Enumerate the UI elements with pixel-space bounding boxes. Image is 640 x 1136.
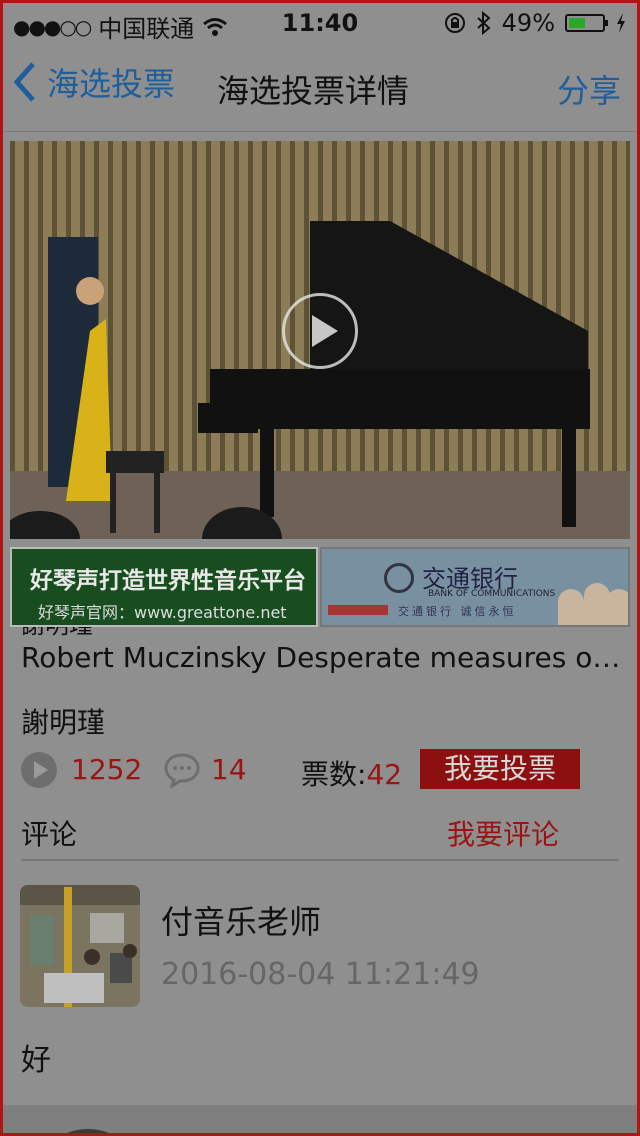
- play-icon[interactable]: [282, 293, 358, 369]
- ad-headline: 好琴声打造世界性音乐平台: [30, 568, 306, 594]
- comments-header: 评论 我要评论: [21, 811, 619, 861]
- rotation-lock-icon: [444, 13, 465, 33]
- battery-icon: [565, 14, 608, 32]
- video-stats: 1252 14 票数:42 我要投票: [21, 749, 621, 791]
- ad-person-image: [558, 589, 584, 625]
- vote-count: 票数:42: [301, 753, 402, 793]
- comment-bubble-icon: [164, 753, 200, 788]
- chevron-left-icon: [13, 62, 35, 102]
- bluetooth-icon: [476, 11, 491, 35]
- battery-percent: 49%: [501, 9, 555, 37]
- charging-icon: [617, 13, 625, 33]
- ad-banner-bank[interactable]: 交通银行 BANK OF COMMUNICATIONS 交通银行 诚信永恒: [320, 547, 630, 627]
- bank-name-en: BANK OF COMMUNICATIONS: [428, 589, 556, 599]
- video-player[interactable]: [10, 141, 630, 539]
- app-screen: ●●●○○ 中国联通 11:40 49% 海选投票 海选投票详情 分享 好琴声打…: [0, 0, 640, 1136]
- page-title: 海选投票详情: [217, 72, 410, 110]
- ad-person-image: [606, 589, 628, 625]
- comment-count: 14: [211, 753, 247, 786]
- bank-logo-icon: [384, 563, 414, 593]
- vote-button[interactable]: 我要投票: [420, 749, 580, 789]
- ad-red-strip: [328, 605, 388, 615]
- next-comment-row: [3, 1105, 637, 1133]
- avatar[interactable]: [20, 885, 140, 1007]
- comment-user-name: 付音乐老师: [161, 903, 322, 941]
- play-count: 1252: [71, 753, 143, 786]
- play-count-icon: [21, 752, 57, 788]
- comments-title: 评论: [21, 818, 78, 851]
- share-button[interactable]: 分享: [557, 66, 621, 112]
- clipped-author-text: 謝明瑾: [21, 627, 93, 637]
- video-title: Robert Muczinsky Desperate measures o…: [21, 641, 621, 674]
- vote-value: 42: [366, 758, 403, 791]
- ad-banner-greattone[interactable]: 好琴声打造世界性音乐平台 好琴声官网：www.greattone.net: [10, 547, 318, 627]
- back-label: 海选投票: [47, 65, 176, 103]
- navigation-bar: 海选投票 海选投票详情 分享: [3, 43, 637, 132]
- ad-url: 好琴声官网：www.greattone.net: [38, 603, 287, 622]
- avatar[interactable]: [53, 1129, 123, 1133]
- bank-slogan: 交通银行 诚信永恒: [398, 605, 517, 618]
- avatar-image: [20, 885, 140, 1007]
- comment-timestamp: 2016-08-04 11:21:49: [161, 957, 480, 992]
- video-author: 謝明瑾: [21, 706, 106, 739]
- back-button[interactable]: 海选投票: [13, 59, 175, 105]
- comment-text: 好: [21, 1043, 51, 1078]
- vote-label: 票数:: [301, 758, 367, 791]
- status-bar: ●●●○○ 中国联通 11:40 49%: [3, 3, 637, 43]
- add-comment-button[interactable]: 我要评论: [447, 813, 559, 853]
